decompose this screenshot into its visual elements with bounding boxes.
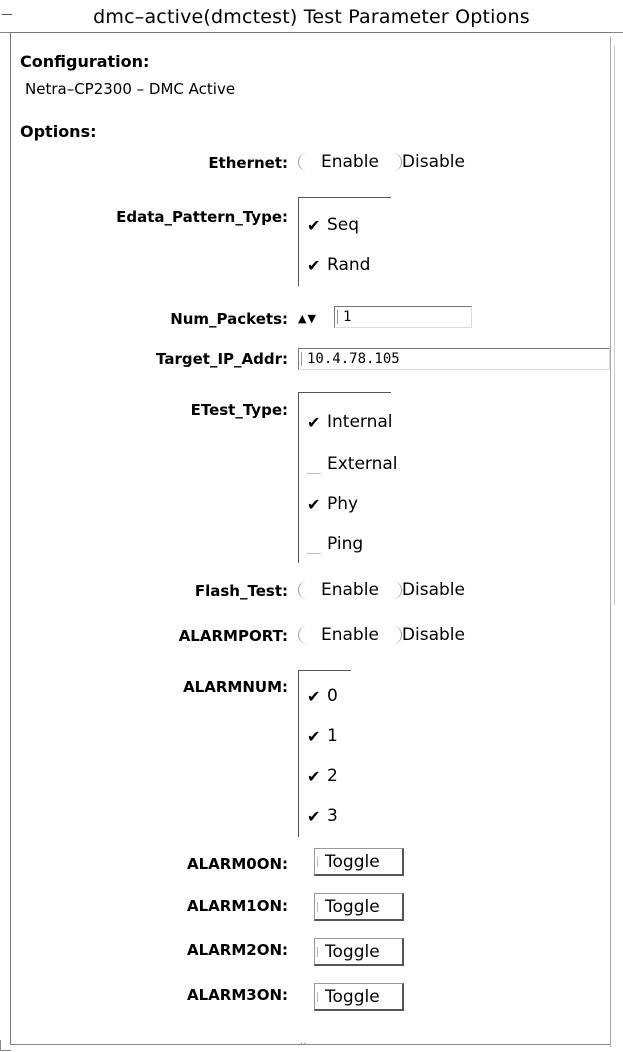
ethernet-enable-label[interactable]: Enable [321,152,379,172]
title-bar: dmc–active(dmctest) Test Parameter Optio… [0,0,623,32]
check-mark-icon: ✔ [307,806,321,826]
etest-phy-label: Phy [327,494,359,514]
ethernet-enable-radio[interactable] [298,153,315,171]
flash-test-enable-label[interactable]: Enable [321,580,379,600]
etest-external-checkbox[interactable]: External [307,453,398,475]
alarm3on-label: ALARM3ON: [187,986,288,1004]
alarm1on-toggle-text: Toggle [325,896,380,917]
alarmnum-0-checkbox[interactable]: ✔ 0 [307,685,338,707]
spinner-arrows-icon[interactable]: ▲▼ [298,312,317,325]
panel-right-border [610,37,611,1047]
etest-phy-checkbox[interactable]: ✔ Phy [307,493,358,515]
flash-test-disable-radio[interactable] [385,581,402,599]
panel-bottom-border [10,1044,610,1045]
num-packets-input[interactable]: 1 [334,306,472,328]
vertical-scrollbar[interactable] [614,45,621,605]
edata-seq-checkbox[interactable]: ✔ Seq [307,214,359,236]
alarm2on-toggle-text: Toggle [325,941,380,962]
flash-test-radio-group: Enable Disable [298,580,465,600]
etest-internal-label: Internal [327,412,393,432]
edata-seq-label: Seq [327,215,360,235]
more-content-indicator: ‥ [300,1036,307,1047]
unchecked-box-icon [307,539,321,554]
configuration-value: Netra–CP2300 – DMC Active [25,80,236,98]
alarmport-disable-label[interactable]: Disable [402,625,465,645]
ethernet-radio-group: Enable Disable [298,152,465,172]
ethernet-label: Ethernet: [208,154,288,172]
ethernet-disable-label[interactable]: Disable [402,152,465,172]
etest-type-label: ETest_Type: [190,401,288,419]
alarm2on-toggle-button[interactable]: Toggle [314,938,404,966]
check-mark-icon: ✔ [307,412,321,432]
alarmnum-3-label: 3 [327,806,338,826]
alarmnum-0-label: 0 [327,686,338,706]
flash-test-label: Flash_Test: [194,582,288,600]
alarmnum-1-checkbox[interactable]: ✔ 1 [307,725,338,747]
edata-rand-checkbox[interactable]: ✔ Rand [307,254,370,276]
flash-test-enable-radio[interactable] [298,581,315,599]
edata-pattern-type-label: Edata_Pattern_Type: [116,208,288,226]
alarm3on-toggle-button[interactable]: Toggle [314,983,404,1011]
alarmport-label: ALARMPORT: [178,627,288,645]
ethernet-disable-radio[interactable] [385,153,402,171]
edata-rand-label: Rand [327,255,371,275]
alarm3on-toggle-text: Toggle [325,986,380,1007]
etest-ping-label: Ping [327,534,364,554]
target-ip-addr-label: Target_IP_Addr: [156,350,288,368]
window-corner [0,1040,11,1051]
alarm0on-toggle-text: Toggle [325,851,380,872]
check-mark-icon: ✔ [307,686,321,706]
alarmnum-label: ALARMNUM: [183,678,288,696]
etest-external-label: External [327,454,398,474]
check-mark-icon: ✔ [307,494,321,514]
configuration-label: Configuration: [20,52,150,71]
alarm2on-label: ALARM2ON: [187,941,288,959]
unchecked-box-icon [307,459,321,474]
alarmnum-1-label: 1 [327,726,338,746]
alarmnum-2-label: 2 [327,766,338,786]
alarmnum-3-checkbox[interactable]: ✔ 3 [307,805,338,827]
alarmnum-list: ✔ 0 ✔ 1 ✔ 2 ✔ 3 [298,670,351,837]
check-mark-icon: ✔ [307,255,321,275]
etest-internal-checkbox[interactable]: ✔ Internal [307,411,393,433]
target-ip-addr-value: 10.4.78.105 [307,351,400,367]
window-title: dmc–active(dmctest) Test Parameter Optio… [93,6,530,28]
options-label: Options: [20,122,97,141]
alarmnum-2-checkbox[interactable]: ✔ 2 [307,765,338,787]
alarmport-enable-label[interactable]: Enable [321,625,379,645]
etest-type-list: ✔ Internal External ✔ Phy Ping [298,392,398,563]
alarm0on-label: ALARM0ON: [187,855,288,873]
target-ip-addr-input[interactable]: 10.4.78.105 [298,348,610,370]
alarm1on-label: ALARM1ON: [187,897,288,915]
alarm1on-toggle-button[interactable]: Toggle [314,893,404,921]
flash-test-disable-label[interactable]: Disable [402,580,465,600]
check-mark-icon: ✔ [307,215,321,235]
test-parameter-options-window: dmc–active(dmctest) Test Parameter Optio… [0,0,623,1052]
alarmport-radio-group: Enable Disable [298,625,465,645]
check-mark-icon: ✔ [307,766,321,786]
num-packets-value: 1 [343,309,352,325]
alarmport-disable-radio[interactable] [385,626,402,644]
etest-ping-checkbox[interactable]: Ping [307,533,363,555]
alarmport-enable-radio[interactable] [298,626,315,644]
alarm0on-toggle-button[interactable]: Toggle [314,848,404,876]
edata-pattern-type-list: ✔ Seq ✔ Rand [298,197,391,286]
num-packets-label: Num_Packets: [170,310,288,328]
check-mark-icon: ✔ [307,726,321,746]
